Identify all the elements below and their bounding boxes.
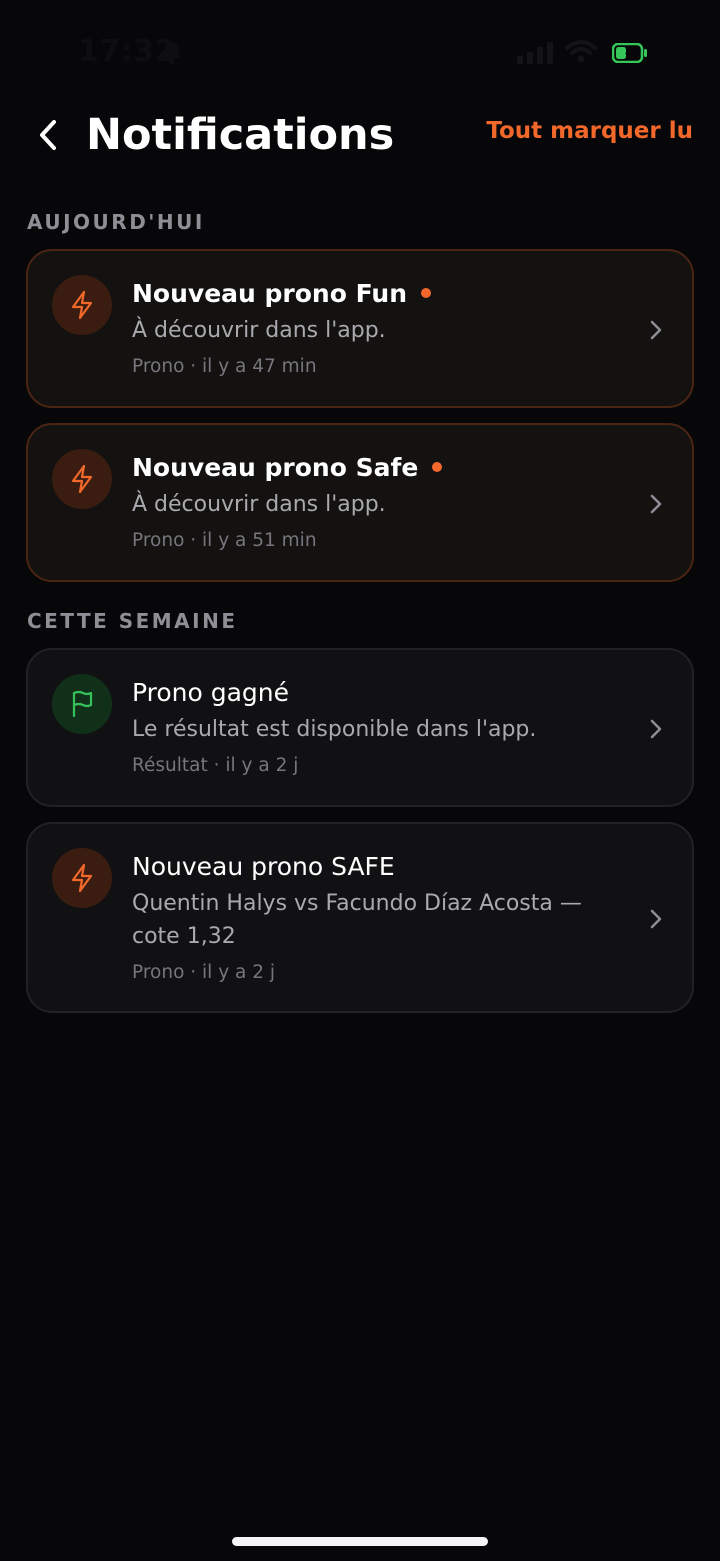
notification-title: Nouveau prono SAFE [132, 851, 395, 881]
notification-content: Prono gagné Le résultat est disponible d… [132, 674, 622, 777]
unread-dot [432, 462, 443, 472]
notification-icon-badge [52, 275, 112, 335]
notification-icon-badge [52, 674, 112, 734]
notification-title: Nouveau prono Safe [132, 452, 419, 482]
battery-charging-icon [612, 43, 647, 63]
chevron-right-icon [650, 909, 662, 929]
notification-card[interactable]: Prono gagné Le résultat est disponible d… [26, 648, 694, 807]
notification-title: Prono gagné [132, 677, 290, 707]
bell-icon [163, 42, 181, 65]
notification-icon-badge [52, 449, 112, 509]
notification-meta: Prono · il y a 51 min [132, 530, 317, 551]
page-title: Notifications [86, 110, 395, 160]
wifi-icon [565, 40, 597, 63]
unread-dot [421, 288, 432, 298]
lightning-icon [71, 290, 93, 320]
lightning-icon [71, 464, 93, 494]
notification-card[interactable]: Nouveau prono SAFE Quentin Halys vs Facu… [26, 822, 694, 1013]
chevron-right-icon [650, 719, 662, 739]
notification-meta: Prono · il y a 47 min [132, 356, 317, 377]
home-indicator[interactable] [232, 1537, 488, 1546]
notification-description: À découvrir dans l'app. [132, 318, 386, 343]
notification-description: Quentin Halys vs Facundo Díaz Acosta — c… [132, 891, 582, 949]
section-label-this-week: CETTE SEMAINE [27, 609, 238, 633]
back-button[interactable] [28, 112, 68, 158]
signal-icon [517, 42, 553, 64]
notification-meta: Prono · il y a 2 j [132, 962, 276, 983]
notification-content: Nouveau prono Fun À découvrir dans l'app… [132, 275, 622, 377]
chevron-right-icon [650, 494, 662, 514]
notification-description: Le résultat est disponible dans l'app. [132, 717, 537, 742]
flag-icon [72, 690, 93, 718]
notification-content: Nouveau prono Safe À découvrir dans l'ap… [132, 449, 622, 551]
notification-icon-badge [52, 848, 112, 908]
notification-title: Nouveau prono Fun [132, 278, 408, 308]
lightning-icon [71, 863, 93, 893]
chevron-left-icon [40, 120, 56, 150]
notification-card[interactable]: Nouveau prono Safe À découvrir dans l'ap… [26, 423, 694, 582]
status-bar: 17:32 [0, 0, 720, 100]
notification-description: À découvrir dans l'app. [132, 492, 386, 517]
notification-content: Nouveau prono SAFE Quentin Halys vs Facu… [132, 848, 622, 984]
notification-card[interactable]: Nouveau prono Fun À découvrir dans l'app… [26, 249, 694, 408]
mark-all-read-button[interactable]: Tout marquer lu [486, 118, 693, 144]
notification-meta: Résultat · il y a 2 j [132, 755, 299, 776]
chevron-right-icon [650, 320, 662, 340]
section-label-today: AUJOURD'HUI [27, 210, 205, 234]
